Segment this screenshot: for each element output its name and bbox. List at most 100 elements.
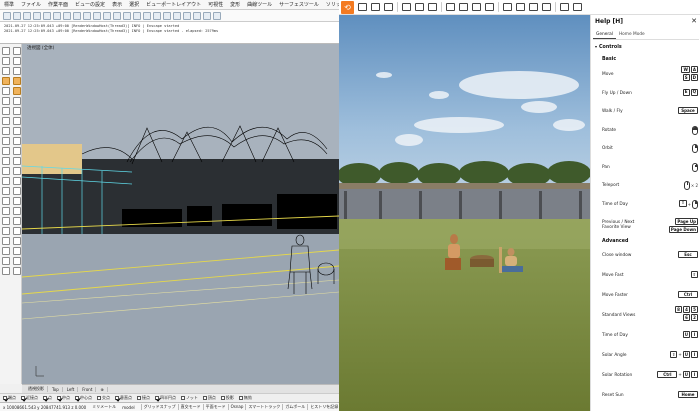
open-file-icon[interactable]	[13, 11, 21, 20]
tool-icon[interactable]	[13, 207, 21, 215]
pan-icon[interactable]	[83, 11, 91, 20]
viewport-title[interactable]: 透視図 (全体)	[27, 45, 54, 51]
export-icon[interactable]	[446, 3, 455, 11]
light-icon[interactable]	[183, 11, 191, 20]
tool-icon[interactable]	[13, 267, 21, 275]
tool-icon[interactable]	[2, 237, 10, 245]
tool-icon[interactable]	[2, 217, 10, 225]
new-file-icon[interactable]	[3, 11, 11, 20]
render-icon[interactable]	[163, 11, 171, 20]
tool-icon[interactable]	[13, 127, 21, 135]
web-standalone-icon[interactable]	[472, 3, 481, 11]
controls-heading[interactable]: ▾ Controls	[595, 44, 622, 50]
tool-icon[interactable]	[13, 107, 21, 115]
tool-icon[interactable]	[13, 77, 21, 85]
tool-icon[interactable]	[13, 227, 21, 235]
walk-mode-icon[interactable]	[371, 3, 380, 11]
menu-item[interactable]: 変形	[230, 1, 240, 8]
select-icon[interactable]	[133, 11, 141, 20]
checkbox-icon[interactable]	[21, 396, 25, 400]
tool-icon[interactable]	[2, 257, 10, 265]
tool-icon[interactable]	[13, 137, 21, 145]
tool-icon[interactable]	[13, 257, 21, 265]
tool-icon[interactable]	[2, 87, 10, 95]
status-toggle-button[interactable]: グリッドスナップ	[140, 404, 178, 410]
tool-icon[interactable]	[13, 67, 21, 75]
tool-icon[interactable]	[2, 157, 10, 165]
tool-icon[interactable]	[13, 247, 21, 255]
status-toggle-button[interactable]: スマートトラック	[245, 404, 282, 410]
upload-icon[interactable]	[485, 3, 494, 11]
menu-item[interactable]: 曲線ツール	[247, 1, 272, 8]
print-icon[interactable]	[33, 11, 41, 20]
tool-icon[interactable]	[2, 127, 10, 135]
asset-library-icon[interactable]	[503, 3, 512, 11]
material-editor-icon[interactable]	[516, 3, 525, 11]
status-toggle-button[interactable]: 直交モード	[177, 404, 203, 410]
viewport-tab[interactable]: 透視投影	[25, 386, 48, 392]
visual-settings-icon[interactable]	[542, 3, 551, 11]
perspective-viewport[interactable]: 透視図 (全体)	[22, 44, 339, 384]
checkbox-icon[interactable]	[181, 396, 185, 400]
osnap-option[interactable]: 投影	[220, 395, 234, 401]
tool-icon[interactable]	[13, 147, 21, 155]
copy-icon[interactable]	[53, 11, 61, 20]
paste-icon[interactable]	[63, 11, 71, 20]
save-icon[interactable]	[23, 11, 31, 20]
tool-icon[interactable]	[2, 187, 10, 195]
tool-icon[interactable]	[13, 217, 21, 225]
zoom-extents-icon[interactable]	[113, 11, 121, 20]
rotate-view-icon[interactable]	[93, 11, 101, 20]
tool-icon[interactable]	[2, 267, 10, 275]
viewport-tab[interactable]: ⊕	[97, 386, 108, 392]
osnap-option[interactable]: 無効	[238, 395, 252, 401]
osnap-option[interactable]: 垂直点	[115, 395, 132, 401]
status-toggle-button[interactable]: 平面モード	[202, 404, 228, 410]
layer-icon[interactable]	[143, 11, 151, 20]
menu-item[interactable]: ビューの設定	[75, 1, 105, 8]
zoom-icon[interactable]	[103, 11, 111, 20]
tool-icon[interactable]	[2, 77, 10, 85]
menu-item[interactable]: 選択	[129, 1, 139, 8]
close-icon[interactable]: ✕	[691, 17, 697, 25]
tool-icon[interactable]	[2, 57, 10, 65]
tool-icon[interactable]	[2, 137, 10, 145]
cut-icon[interactable]	[43, 11, 51, 20]
checkbox-icon[interactable]	[97, 396, 101, 400]
material-icon[interactable]	[173, 11, 181, 20]
osnap-option[interactable]: 四半円点	[155, 395, 176, 401]
checkbox-icon[interactable]	[43, 396, 47, 400]
atmosphere-icon[interactable]	[529, 3, 538, 11]
tab-general[interactable]: General	[593, 31, 616, 39]
sync-views-icon[interactable]	[358, 3, 367, 11]
menu-item[interactable]: サーフェスツール	[279, 1, 319, 8]
tool-icon[interactable]	[2, 197, 10, 205]
menu-item[interactable]: 標準	[4, 1, 14, 8]
menu-item[interactable]: ファイル	[21, 1, 41, 8]
video-editor-icon[interactable]	[428, 3, 437, 11]
osnap-option[interactable]: 中点	[57, 395, 70, 401]
osnap-option[interactable]: ノット	[181, 395, 198, 401]
tool-icon[interactable]	[13, 97, 21, 105]
tool-icon[interactable]	[2, 207, 10, 215]
render-view[interactable]	[339, 15, 590, 411]
checkbox-icon[interactable]	[115, 396, 119, 400]
tool-icon[interactable]	[2, 107, 10, 115]
checkbox-icon[interactable]	[137, 396, 141, 400]
tool-icon[interactable]	[13, 167, 21, 175]
tool-icon[interactable]	[13, 157, 21, 165]
tool-icon[interactable]	[2, 167, 10, 175]
tool-icon[interactable]	[13, 117, 21, 125]
vr-headset-icon[interactable]	[459, 3, 468, 11]
options-icon[interactable]	[203, 11, 211, 20]
status-toggle-button[interactable]: ヒストリを記録	[307, 404, 339, 410]
tool-icon[interactable]	[2, 227, 10, 235]
checkbox-icon[interactable]	[3, 396, 7, 400]
osnap-option[interactable]: 端点	[3, 395, 16, 401]
tool-icon[interactable]	[2, 177, 10, 185]
tool-icon[interactable]	[2, 47, 10, 55]
osnap-option[interactable]: 接点	[137, 395, 150, 401]
tool-icon[interactable]	[2, 117, 10, 125]
checkbox-icon[interactable]	[57, 396, 61, 400]
tool-icon[interactable]	[13, 197, 21, 205]
